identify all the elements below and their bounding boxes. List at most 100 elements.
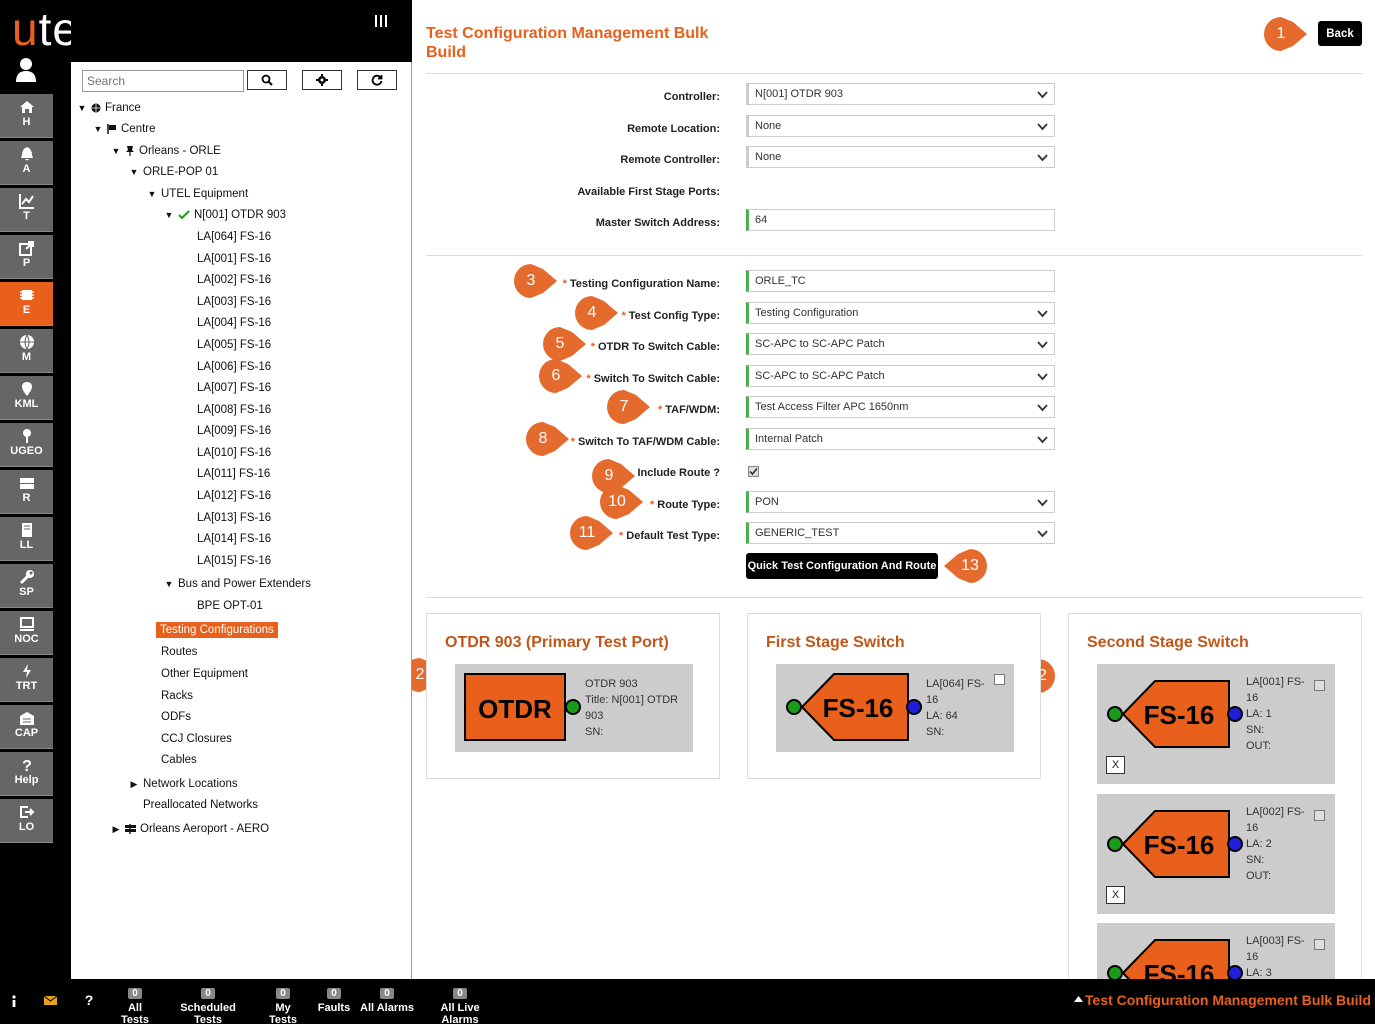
user-icon[interactable] (15, 56, 37, 84)
tree-node-bpe[interactable]: BPE OPT-01 (197, 600, 263, 612)
second-stage-device[interactable]: FS-16 LA[002] FS- 16 LA: 2 SN: OUT: X (1097, 794, 1335, 914)
tree-node-otdr[interactable]: ▼ N[001] OTDR 903 (164, 209, 287, 221)
rail-item-alarms[interactable]: A (0, 141, 53, 185)
taf-cable-select[interactable]: Internal Patch (746, 428, 1055, 450)
expand-toggle-icon[interactable]: ▼ (93, 124, 103, 134)
rail-item-ll[interactable]: LL (0, 517, 53, 561)
rail-item-sp[interactable]: SP (0, 564, 53, 608)
tree-node-switch[interactable]: LA[064] FS-16 (197, 231, 271, 243)
question-icon[interactable]: ? (84, 993, 94, 1007)
tree-node-switch[interactable]: LA[004] FS-16 (197, 317, 271, 329)
tree-node-switch[interactable]: LA[003] FS-16 (197, 296, 271, 308)
quick-config-button[interactable]: Quick Test Configuration And Route (746, 553, 938, 579)
tree-node-switch[interactable]: LA[011] FS-16 (197, 468, 270, 480)
rail-item-help[interactable]: ? Help (0, 752, 53, 796)
tree-node-routes[interactable]: Routes (161, 646, 197, 658)
refresh-button[interactable] (357, 70, 397, 90)
columns-icon[interactable] (374, 14, 388, 28)
rail-item-p[interactable]: P (0, 235, 53, 279)
rail-item-home[interactable]: H (0, 94, 53, 138)
remove-switch-button[interactable]: X (1106, 756, 1125, 774)
tree-search-input[interactable] (82, 70, 244, 92)
second-stage-checkbox[interactable] (1314, 939, 1325, 950)
second-stage-checkbox[interactable] (1314, 680, 1325, 691)
route-type-select[interactable]: PON (746, 491, 1055, 513)
test-type-select[interactable]: GENERIC_TEST (746, 522, 1055, 544)
tree-node-switch[interactable]: LA[008] FS-16 (197, 404, 271, 416)
second-stage-checkbox[interactable] (1314, 810, 1325, 821)
expand-toggle-icon[interactable]: ▼ (111, 146, 121, 156)
master-switch-input[interactable]: 64 (746, 209, 1055, 231)
rail-item-logout[interactable]: LO (0, 799, 53, 843)
remote-location-select[interactable]: None (746, 115, 1055, 137)
expand-toggle-icon[interactable]: ▼ (77, 103, 87, 113)
otdr-device[interactable]: OTDR OTDR 903 Title: N[001] OTDR 903 SN: (455, 664, 693, 752)
tree-node-switch[interactable]: LA[013] FS-16 (197, 512, 271, 524)
second-stage-device[interactable]: FS-16 LA[003] FS- 16 LA: 3 (1097, 923, 1335, 979)
config-type-select[interactable]: Testing Configuration (746, 302, 1055, 324)
expand-toggle-icon[interactable]: ▼ (164, 210, 174, 220)
first-stage-checkbox[interactable] (994, 674, 1005, 685)
rail-item-cap[interactable]: CAP (0, 705, 53, 749)
expand-toggle-icon[interactable]: ▼ (129, 167, 139, 177)
tree-node-odfs[interactable]: ODFs (161, 711, 191, 723)
bottom-scheduled-tests[interactable]: 0 Scheduled Tests (167, 987, 249, 1024)
expand-toggle-icon[interactable]: ▼ (147, 189, 157, 199)
tree-node-switch[interactable]: LA[001] FS-16 (197, 253, 271, 265)
include-route-checkbox[interactable] (748, 466, 759, 477)
tree-node-orleans[interactable]: ▼ Orleans - ORLE (111, 145, 221, 157)
tree-node-switch[interactable]: LA[010] FS-16 (197, 447, 271, 459)
remove-switch-button[interactable]: X (1106, 886, 1125, 904)
tree-node-france[interactable]: ▼ France (77, 102, 141, 114)
expand-toggle-icon[interactable]: ▶ (111, 824, 121, 835)
caret-up-icon[interactable] (1074, 996, 1083, 1002)
tree-node-pop[interactable]: ▼ ORLE-POP 01 (129, 166, 219, 178)
tree-node-preallocated[interactable]: Preallocated Networks (143, 799, 258, 811)
tree-node-ccj-closures[interactable]: CCJ Closures (161, 733, 232, 745)
expand-toggle-icon[interactable]: ▶ (129, 779, 139, 790)
rail-item-kml[interactable]: KML (0, 376, 53, 420)
rail-item-trends[interactable]: T (0, 188, 53, 232)
first-stage-device[interactable]: FS-16 LA[064] FS- 16 LA: 64 SN: (776, 664, 1014, 752)
search-button[interactable] (247, 70, 287, 90)
settings-button[interactable] (302, 70, 342, 90)
taf-select[interactable]: Test Access Filter APC 1650nm (746, 396, 1055, 418)
bottom-all-tests[interactable]: 0 All Tests (113, 987, 157, 1024)
switch-cable-select[interactable]: SC-APC to SC-APC Patch (746, 365, 1055, 387)
rail-item-noc[interactable]: NOC (0, 611, 53, 655)
rail-item-ugeo[interactable]: UGEO (0, 423, 53, 467)
controller-select[interactable]: N[001] OTDR 903 (746, 83, 1055, 105)
tree-node-switch[interactable]: LA[006] FS-16 (197, 361, 271, 373)
tree-node-cables[interactable]: Cables (161, 754, 197, 766)
tree-node-aeroport[interactable]: ▶ Orleans Aeroport - AERO (111, 823, 270, 835)
tree-node-utel-equipment[interactable]: ▼ UTEL Equipment (147, 188, 249, 200)
remote-controller-select[interactable]: None (746, 146, 1055, 168)
bottom-my-tests[interactable]: 0 My Tests (260, 987, 306, 1024)
second-stage-device[interactable]: FS-16 LA[001] FS- 16 LA: 1 SN: OUT: X (1097, 664, 1335, 784)
rail-item-map[interactable]: M (0, 329, 53, 373)
bottom-faults[interactable]: 0 Faults (316, 987, 352, 1014)
tree-node-switch[interactable]: LA[002] FS-16 (197, 274, 271, 286)
back-button[interactable]: Back (1318, 21, 1362, 46)
tree-node-switch[interactable]: LA[014] FS-16 (197, 533, 271, 545)
bottom-all-live-alarms[interactable]: 0 All Live Alarms (423, 987, 497, 1024)
expand-toggle-icon[interactable]: ▼ (164, 579, 174, 589)
tree-node-switch[interactable]: LA[009] FS-16 (197, 425, 271, 437)
tree-node-switch[interactable]: LA[015] FS-16 (197, 555, 271, 567)
rail-item-trt[interactable]: TRT (0, 658, 53, 702)
tree-node-bpe-group[interactable]: ▼ Bus and Power Extenders (164, 578, 311, 590)
tree-node-other-equipment[interactable]: Other Equipment (161, 668, 248, 680)
mail-icon[interactable] (44, 996, 57, 1005)
info-icon[interactable] (10, 995, 18, 1007)
otdr-cable-select[interactable]: SC-APC to SC-APC Patch (746, 333, 1055, 355)
tree-node-network-locations[interactable]: ▶ Network Locations (129, 778, 238, 790)
tree-node-switch[interactable]: LA[005] FS-16 (197, 339, 271, 351)
tree-node-racks[interactable]: Racks (161, 690, 193, 702)
config-name-input[interactable]: ORLE_TC (746, 270, 1055, 292)
tree-node-switch[interactable]: LA[012] FS-16 (197, 490, 271, 502)
tree-node-testing-configurations[interactable]: Testing Configurations (156, 622, 278, 638)
rail-item-r[interactable]: R (0, 470, 53, 514)
rail-item-equipment[interactable]: E (0, 282, 53, 326)
tree-node-switch[interactable]: LA[007] FS-16 (197, 382, 271, 394)
tree-node-centre[interactable]: ▼ Centre (93, 123, 156, 135)
